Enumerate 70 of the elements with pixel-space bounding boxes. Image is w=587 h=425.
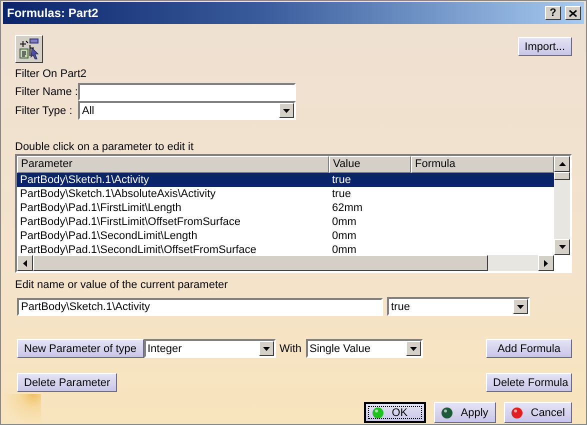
- field-label: Filter Name :: [15, 85, 78, 99]
- delete-parameter-button[interactable]: Delete Parameter: [17, 373, 118, 392]
- table-row[interactable]: PartBody\Pad.1\SecondLimit\OffsetFromSurface 0mm: [17, 243, 554, 255]
- scroll-down-button[interactable]: [554, 239, 570, 255]
- table-cell-text: true: [331, 173, 352, 187]
- table-row[interactable]: PartBody\Sketch.1\Activity true: [17, 173, 554, 187]
- table-cell-text: 62mm: [331, 201, 364, 215]
- window-title: Formulas: Part2: [7, 6, 98, 20]
- table-cell-text: 0mm: [331, 229, 358, 243]
- table-caption: Double click on a parameter to edit it: [15, 140, 195, 154]
- filter-name-field[interactable]: [78, 83, 296, 101]
- table-cell-text: PartBody\Pad.1\FirstLimit\OffsetFromSurface: [19, 215, 242, 229]
- close-button[interactable]: [565, 6, 581, 20]
- formula-tool-button[interactable]: [15, 35, 43, 63]
- dropdown-button[interactable]: [279, 103, 294, 118]
- filter-heading: Filter On Part2: [15, 67, 88, 81]
- vertical-scrollbar[interactable]: [554, 156, 570, 255]
- delete-formula-button[interactable]: Delete Formula: [486, 373, 572, 392]
- left-arrow-icon: [23, 260, 27, 266]
- up-arrow-icon: [558, 162, 566, 166]
- scroll-up-button[interactable]: [554, 156, 570, 172]
- with-label: With: [280, 342, 302, 356]
- import-button[interactable]: Import...: [518, 37, 572, 56]
- scrollbar-thumb[interactable]: [33, 255, 488, 271]
- dialog-button[interactable]: Cancel: [504, 402, 572, 423]
- add-formula-button[interactable]: Add Formula: [486, 339, 572, 358]
- table-row[interactable]: PartBody\Pad.1\SecondLimit\Length 0mm: [17, 229, 554, 243]
- scroll-left-button[interactable]: [17, 255, 33, 271]
- field-label: Filter Type :: [15, 104, 74, 118]
- ball-icon: [440, 406, 453, 418]
- caret-icon: [517, 304, 524, 308]
- right-arrow-icon: [544, 260, 548, 266]
- column-header[interactable]: Parameter: [17, 156, 329, 173]
- parameter-name-field[interactable]: PartBody\Sketch.1\Activity: [17, 298, 383, 316]
- ball-icon: [372, 406, 384, 418]
- dropdown-field[interactable]: true: [387, 297, 530, 316]
- table-cell-text: PartBody\Pad.1\SecondLimit\Length: [19, 229, 198, 243]
- new-parameter-button[interactable]: New Parameter of type: [17, 339, 144, 358]
- dialog-button[interactable]: Apply: [434, 402, 496, 423]
- table-row[interactable]: PartBody\Pad.1\FirstLimit\OffsetFromSurface 0mm: [17, 215, 554, 229]
- down-arrow-icon: [558, 245, 566, 249]
- formula-list-icon: [18, 38, 40, 60]
- table-row[interactable]: PartBody\Pad.1\FirstLimit\Length 62mm: [17, 201, 554, 215]
- table-cell-text: PartBody\Pad.1\SecondLimit\OffsetFromSurface: [19, 243, 258, 255]
- dropdown-field[interactable]: Integer: [144, 339, 276, 358]
- ball-icon: [510, 406, 523, 418]
- caret-icon: [262, 346, 270, 350]
- editor-caption: Edit name or value of the current parameter: [15, 278, 229, 292]
- table-cell-text: 0mm: [331, 215, 358, 229]
- column-header[interactable]: Formula: [411, 156, 554, 173]
- table-cell-text: PartBody\Sketch.1\Activity: [19, 173, 150, 187]
- dropdown-field[interactable]: All: [78, 101, 296, 120]
- dropdown-field[interactable]: Single Value: [306, 339, 422, 358]
- dropdown-button[interactable]: [258, 341, 274, 356]
- help-button[interactable]: ?: [545, 6, 561, 20]
- dropdown-button[interactable]: [406, 341, 420, 356]
- scroll-right-button[interactable]: [538, 255, 554, 271]
- caret-icon: [410, 346, 416, 350]
- table-row[interactable]: PartBody\Sketch.1\AbsoluteAxis\Activity true: [17, 187, 554, 201]
- dialog-button[interactable]: OK: [364, 402, 426, 423]
- close-icon: [569, 10, 577, 16]
- caret-icon: [283, 108, 290, 112]
- dropdown-button[interactable]: [513, 299, 528, 314]
- table-cell-text: PartBody\Sketch.1\AbsoluteAxis\Activity: [19, 187, 217, 201]
- table-cell-text: 0mm: [331, 243, 358, 255]
- table-cell-text: true: [331, 187, 352, 201]
- column-header[interactable]: Value: [329, 156, 411, 173]
- table-cell-text: PartBody\Pad.1\FirstLimit\Length: [19, 201, 182, 215]
- scrollbar-thumb[interactable]: [554, 172, 570, 180]
- horizontal-scrollbar[interactable]: [17, 255, 554, 271]
